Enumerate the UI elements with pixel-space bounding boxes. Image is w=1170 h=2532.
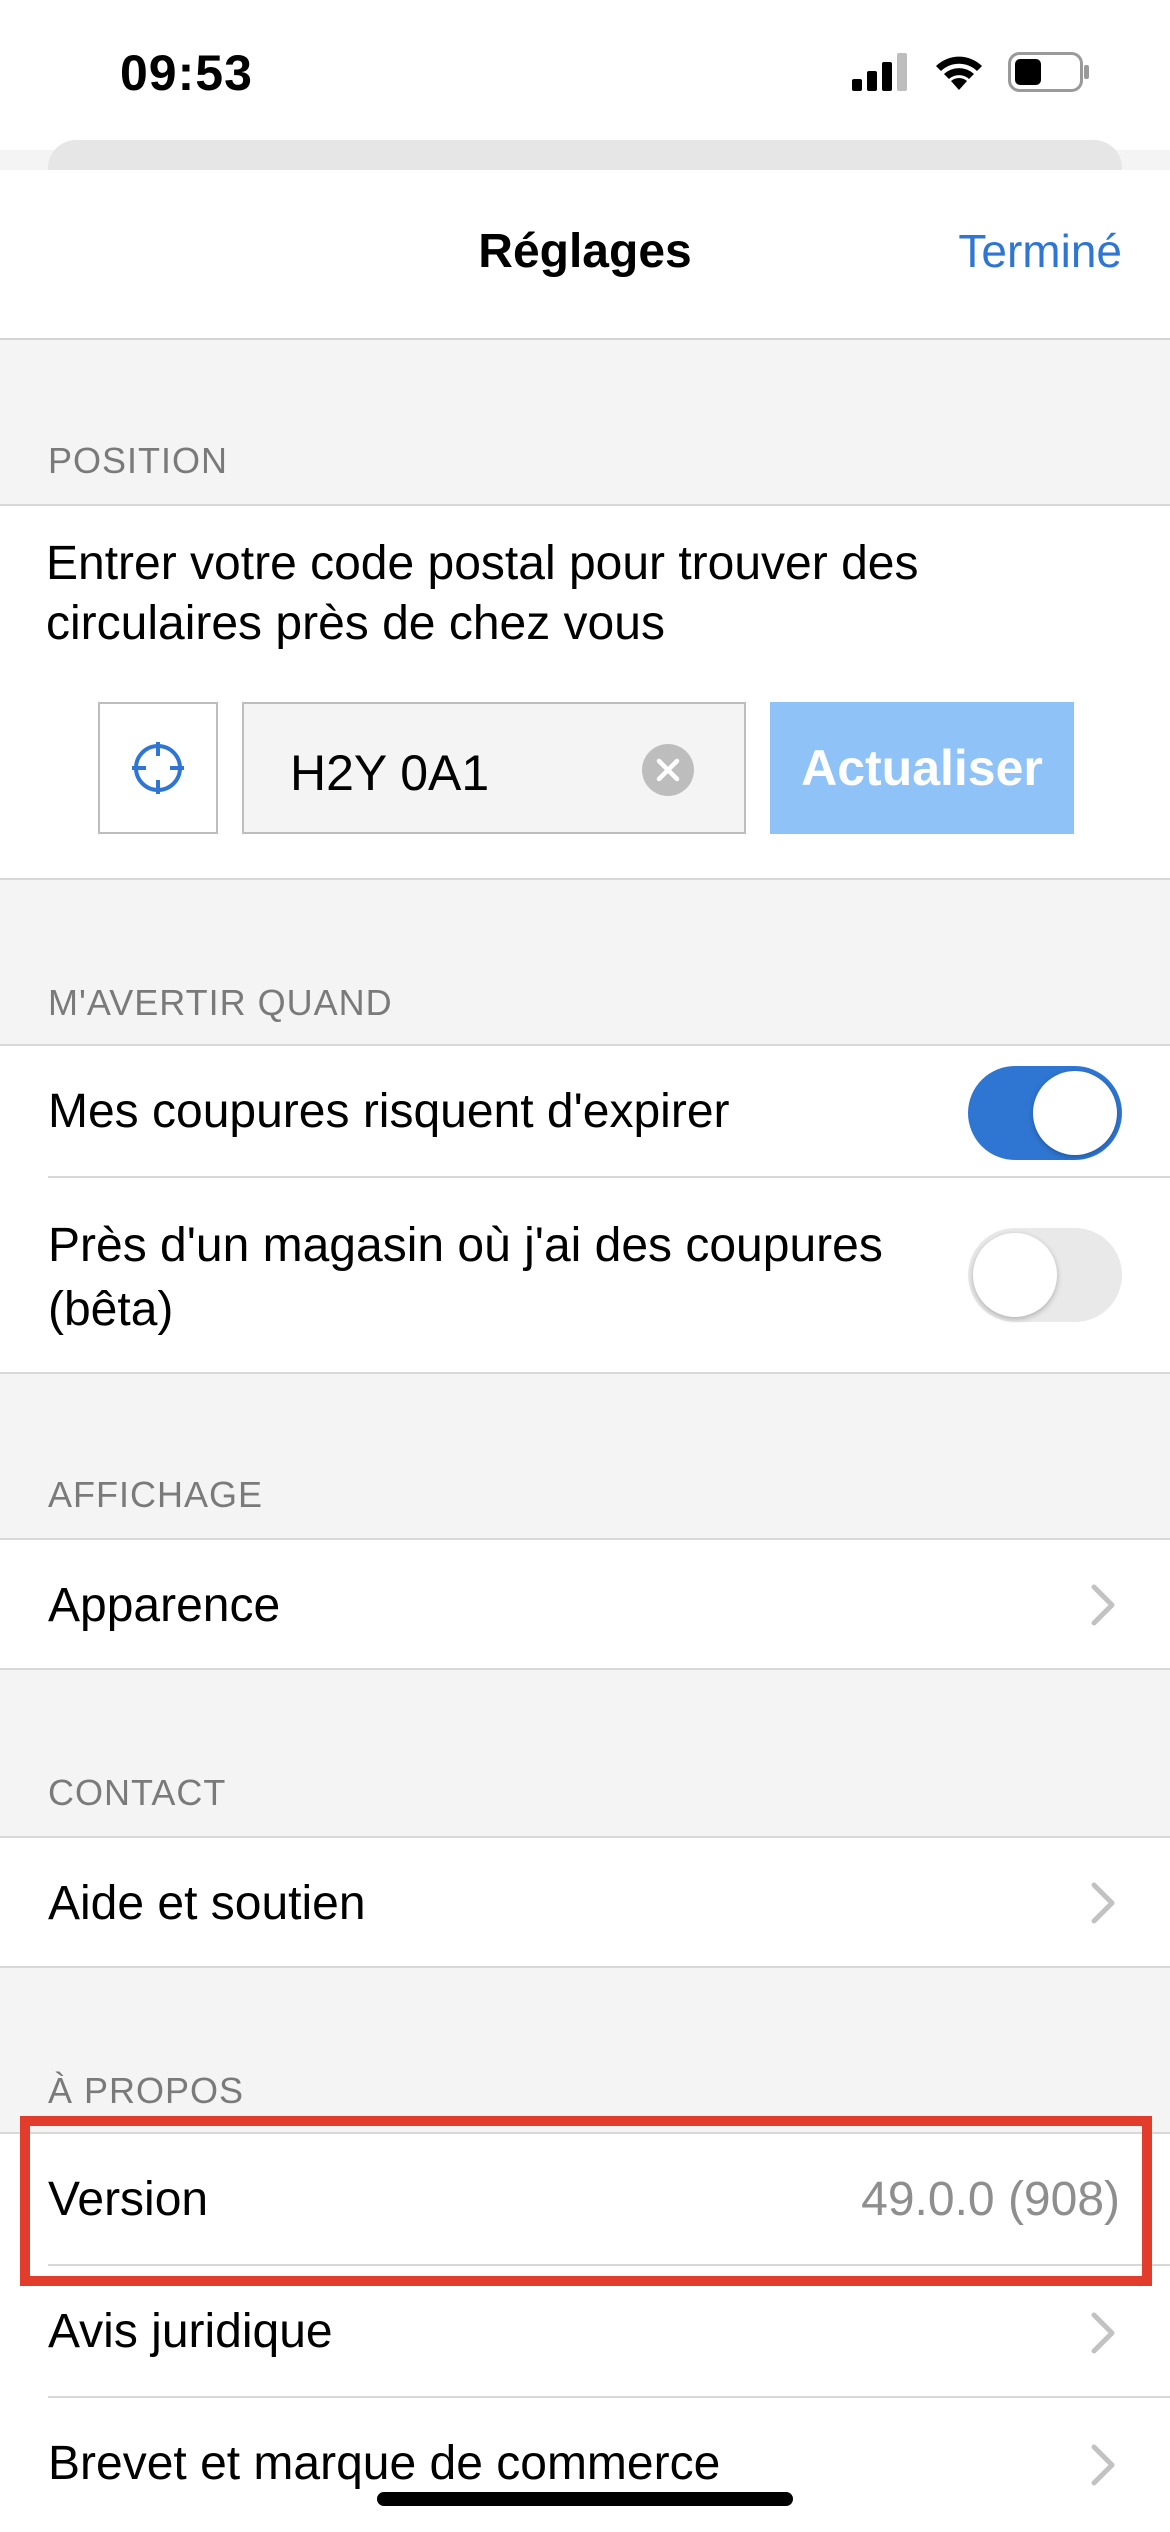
- section-header-contact: CONTACT: [48, 1772, 227, 1813]
- chevron-right-icon: [1091, 2312, 1115, 2354]
- status-icons: [852, 52, 1090, 92]
- status-time: 09:53: [120, 45, 253, 101]
- nav-bar: Réglages Terminé: [0, 170, 1170, 340]
- section-header-about: À PROPOS: [48, 2070, 245, 2111]
- done-button[interactable]: Terminé: [958, 224, 1122, 278]
- help-label: Aide et soutien: [48, 1877, 366, 1930]
- section-header-notify: M'AVERTIR QUAND: [48, 982, 393, 1023]
- locate-me-button[interactable]: [98, 702, 218, 834]
- position-description: Entrer votre code postal pour trouver de…: [46, 537, 919, 650]
- wifi-icon: [936, 56, 982, 90]
- toggle-knob: [1033, 1071, 1117, 1155]
- version-highlight-box: [20, 2116, 1152, 2286]
- home-indicator: [377, 2492, 793, 2506]
- notify-nearby-label: Près d'un magasin où j'ai des coupures (…: [48, 1219, 883, 1336]
- clear-icon[interactable]: [642, 744, 694, 796]
- notify-expiring-label: Mes coupures risquent d'expirer: [48, 1085, 730, 1138]
- chevron-right-icon: [1091, 1584, 1115, 1626]
- cellular-signal-icon: [852, 53, 907, 91]
- notify-nearby-toggle[interactable]: [968, 1228, 1122, 1322]
- row-separator: [48, 2396, 1170, 2398]
- chevron-right-icon: [1091, 1882, 1115, 1924]
- row-separator: [48, 1176, 1170, 1178]
- appearance-label: Apparence: [48, 1579, 281, 1632]
- crosshair-icon: [132, 742, 184, 794]
- chevron-right-icon: [1091, 2444, 1115, 2486]
- postal-code-field[interactable]: H2Y 0A1: [242, 702, 746, 834]
- toggle-knob: [973, 1233, 1057, 1317]
- section-header-position: POSITION: [48, 440, 229, 481]
- section-header-display: AFFICHAGE: [48, 1474, 264, 1515]
- status-bar: 09:53: [0, 0, 1170, 150]
- postal-code-input[interactable]: H2Y 0A1: [290, 744, 650, 802]
- battery-icon: [1008, 52, 1089, 92]
- notify-expiring-toggle[interactable]: [968, 1066, 1122, 1160]
- patent-trademark-label[interactable]: Brevet et marque de commerce: [48, 2436, 720, 2491]
- refresh-button[interactable]: Actualiser: [770, 702, 1074, 834]
- legal-notice-label[interactable]: Avis juridique: [48, 2304, 333, 2359]
